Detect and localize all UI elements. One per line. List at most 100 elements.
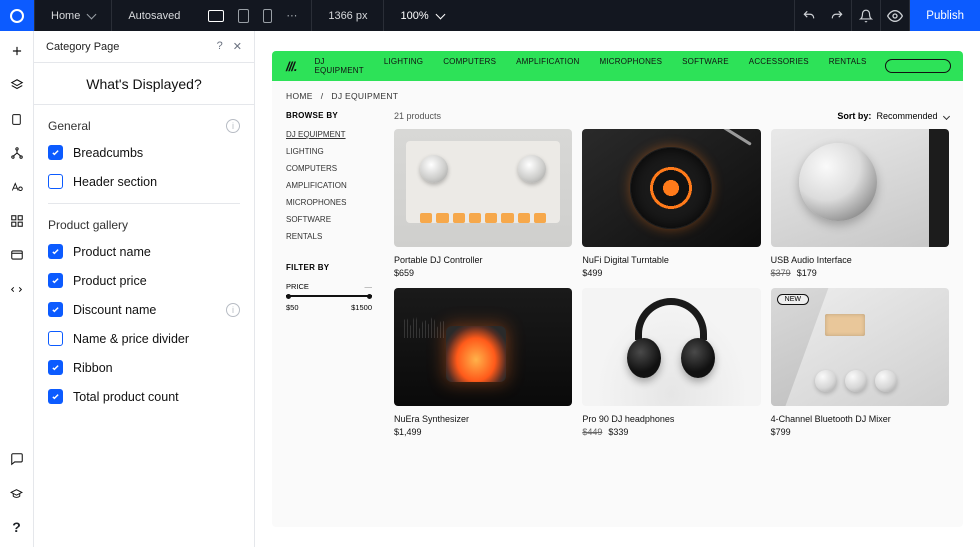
viewport-width-label: 1366 px (328, 10, 367, 22)
zoom-label: 100% (400, 10, 428, 22)
panel-close-icon[interactable]: ✕ (233, 40, 242, 53)
product-count: 21 products (394, 111, 441, 121)
checkbox-unchecked-icon (48, 331, 63, 346)
category-item[interactable]: COMPUTERS (286, 164, 372, 173)
checkbox-checked-icon (48, 302, 63, 317)
code-icon[interactable] (9, 281, 25, 297)
nav-item[interactable]: COMPUTERS (443, 57, 496, 75)
sort-label: Sort by: (837, 111, 871, 121)
learn-icon[interactable] (9, 485, 25, 501)
nav-item[interactable]: MICROPHONES (599, 57, 662, 75)
user-icon[interactable] (961, 61, 964, 72)
tablet-icon[interactable] (238, 9, 249, 23)
panel-section-title: What's Displayed? (34, 63, 254, 105)
nav-item[interactable]: ACCESSORIES (749, 57, 809, 75)
sort-value[interactable]: Recommended (876, 111, 937, 121)
product-price: $499 (582, 268, 602, 278)
product-card[interactable]: Portable DJ Controller $659 (394, 129, 572, 278)
nav-item[interactable]: SOFTWARE (682, 57, 729, 75)
redo-button[interactable] (823, 0, 851, 31)
product-name: NuEra Synthesizer (394, 414, 572, 424)
phone-icon[interactable] (263, 9, 272, 23)
toggle-breadcrumbs[interactable]: Breadcumbs (48, 145, 240, 160)
autosave-status: Autosaved (112, 0, 196, 31)
product-image (582, 129, 760, 247)
editor-canvas: ///. DJ EQUIPMENT LIGHTING COMPUTERS AMP… (255, 31, 980, 547)
toggle-total-count[interactable]: Total product count (48, 389, 240, 404)
pages-icon[interactable] (9, 111, 25, 127)
product-card[interactable]: NuFi Digital Turntable $499 (582, 129, 760, 278)
product-name: 4-Channel Bluetooth DJ Mixer (771, 414, 949, 424)
page-preview[interactable]: ///. DJ EQUIPMENT LIGHTING COMPUTERS AMP… (272, 51, 963, 527)
publish-button[interactable]: Publish (910, 0, 980, 31)
toggle-label: Discount name (73, 303, 156, 317)
toggle-discount-name[interactable]: Discount name i (48, 302, 240, 317)
breadcrumb: HOME / DJ EQUIPMENT (272, 81, 963, 111)
product-price: $659 (394, 268, 414, 278)
crumb-home[interactable]: HOME (286, 91, 313, 101)
filter-by-label: FILTER BY (286, 263, 372, 272)
category-item[interactable]: LIGHTING (286, 147, 372, 156)
toggle-header-section[interactable]: Header section (48, 174, 240, 189)
store-header: ///. DJ EQUIPMENT LIGHTING COMPUTERS AMP… (272, 51, 963, 81)
more-devices-icon[interactable]: ⋯ (286, 9, 299, 22)
info-icon[interactable]: i (226, 303, 240, 317)
product-price: $799 (771, 427, 791, 437)
help-icon[interactable]: ? (9, 519, 25, 535)
nav-item[interactable]: RENTALS (829, 57, 867, 75)
product-image (582, 288, 760, 406)
store-nav: DJ EQUIPMENT LIGHTING COMPUTERS AMPLIFIC… (314, 57, 866, 75)
panel-header-title: Category Page (46, 41, 119, 53)
category-item[interactable]: SOFTWARE (286, 215, 372, 224)
notifications-button[interactable] (852, 0, 880, 31)
desktop-icon[interactable] (208, 10, 224, 22)
publish-label: Publish (926, 10, 964, 22)
chevron-down-icon (87, 9, 97, 19)
info-icon[interactable]: i (226, 119, 240, 133)
cms-icon[interactable] (9, 247, 25, 263)
toggle-label: Breadcumbs (73, 146, 143, 160)
panel-help-icon[interactable]: ? (217, 40, 223, 53)
category-item[interactable]: RENTALS (286, 232, 372, 241)
divider (48, 203, 240, 204)
nav-item[interactable]: DJ EQUIPMENT (314, 57, 363, 75)
checkbox-checked-icon (48, 360, 63, 375)
product-name: Pro 90 DJ headphones (582, 414, 760, 424)
product-image (394, 129, 572, 247)
preview-button[interactable] (881, 0, 909, 31)
checkbox-unchecked-icon (48, 174, 63, 189)
toggle-product-price[interactable]: Product price (48, 273, 240, 288)
product-card[interactable]: Pro 90 DJ headphones $449$339 (582, 288, 760, 437)
category-item[interactable]: DJ EQUIPMENT (286, 130, 372, 139)
viewport-width[interactable]: 1366 px (312, 0, 383, 31)
site-structure-icon[interactable] (9, 145, 25, 161)
apps-icon[interactable] (9, 213, 25, 229)
add-icon[interactable] (9, 43, 25, 59)
search-input[interactable] (885, 59, 951, 73)
nav-item[interactable]: LIGHTING (384, 57, 423, 75)
layers-icon[interactable] (9, 77, 25, 93)
chat-icon[interactable] (9, 451, 25, 467)
zoom-selector[interactable]: 100% (384, 0, 459, 31)
category-item[interactable]: AMPLIFICATION (286, 181, 372, 190)
page-selector[interactable]: Home (35, 0, 111, 31)
product-card[interactable]: NEW 4-Channel Bluetooth DJ Mixer $799 (771, 288, 949, 437)
undo-button[interactable] (795, 0, 823, 31)
chevron-down-icon (435, 9, 445, 19)
typography-icon[interactable] (9, 179, 25, 195)
new-badge: NEW (777, 294, 809, 305)
toggle-name-price-divider[interactable]: Name & price divider (48, 331, 240, 346)
toggle-product-name[interactable]: Product name (48, 244, 240, 259)
store-logo[interactable]: ///. (286, 59, 296, 74)
nav-item[interactable]: AMPLIFICATION (516, 57, 579, 75)
toggle-label: Ribbon (73, 361, 113, 375)
product-name: USB Audio Interface (771, 255, 949, 265)
left-rail: ? (0, 31, 34, 547)
toggle-ribbon[interactable]: Ribbon (48, 360, 240, 375)
category-item[interactable]: MICROPHONES (286, 198, 372, 207)
product-card[interactable]: USB Audio Interface $379$179 (771, 129, 949, 278)
app-logo[interactable] (0, 0, 34, 31)
price-slider[interactable] (286, 295, 372, 297)
product-card[interactable]: NuEra Synthesizer $1,499 (394, 288, 572, 437)
product-image: NEW (771, 288, 949, 406)
